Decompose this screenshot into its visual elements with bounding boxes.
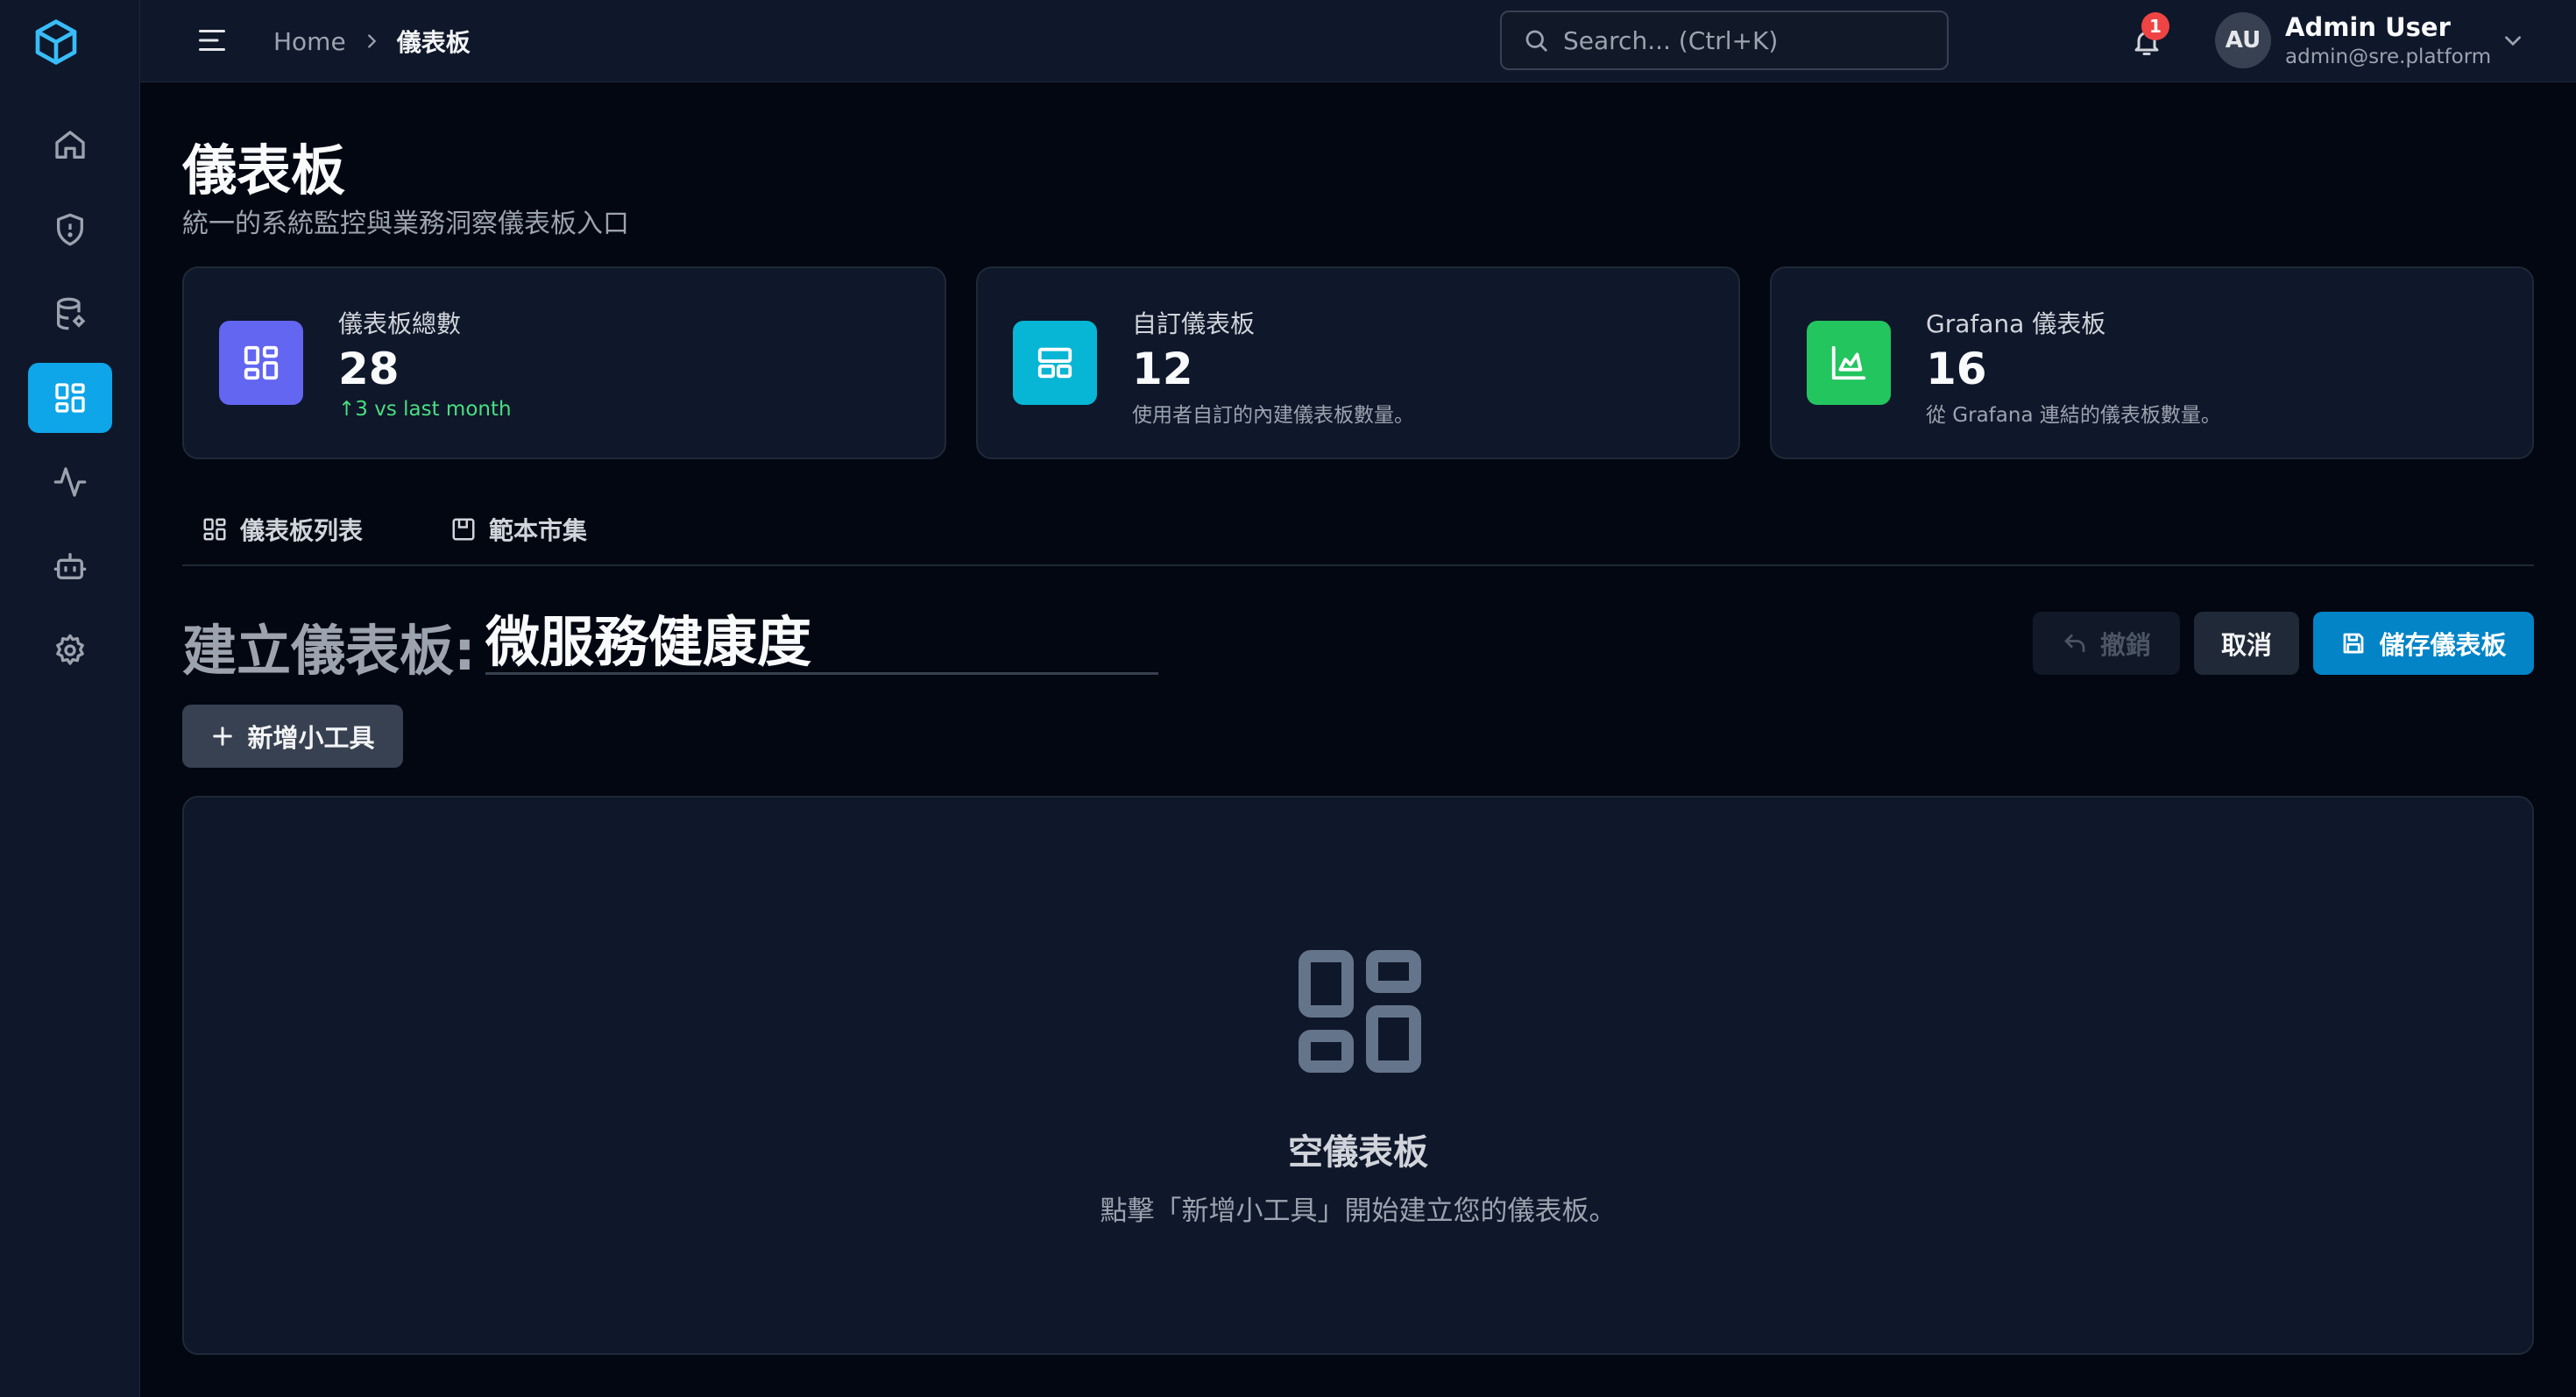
undo-label: 撤銷 bbox=[2099, 630, 2151, 660]
home-icon bbox=[55, 131, 85, 159]
sidebar-item-home[interactable] bbox=[28, 110, 112, 181]
stat-trend: ↑3 vs last month bbox=[338, 398, 512, 421]
stat-value: 12 bbox=[1132, 344, 1193, 394]
user-email: admin@sre.platform bbox=[2285, 46, 2492, 68]
user-name[interactable]: Admin User bbox=[2285, 12, 2451, 42]
tab-template-market[interactable]: 範本市集 bbox=[450, 510, 587, 549]
stat-card-total: 儀表板總數 28 ↑3 vs last month bbox=[182, 266, 946, 459]
undo-icon bbox=[2064, 634, 2085, 653]
page-title: 儀表板 bbox=[182, 138, 346, 202]
save-dashboard-button[interactable]: 儲存儀表板 bbox=[2313, 612, 2534, 675]
breadcrumb: Home 儀表板 bbox=[273, 25, 471, 58]
cancel-button[interactable]: 取消 bbox=[2194, 612, 2299, 675]
avatar[interactable]: AU bbox=[2215, 12, 2271, 68]
stat-label: Grafana 儀表板 bbox=[1926, 309, 2106, 338]
tab-label: 範本市集 bbox=[489, 516, 588, 545]
empty-state-title: 空儀表板 bbox=[1288, 1132, 1428, 1173]
breadcrumb-home-link[interactable]: Home bbox=[273, 27, 346, 56]
sidebar-item-resources[interactable] bbox=[28, 279, 112, 349]
dashboard-grid-icon bbox=[203, 518, 226, 541]
shield-icon bbox=[57, 213, 84, 246]
empty-state-description: 點擊「新增小工具」開始建立您的儀表板。 bbox=[1100, 1195, 1617, 1227]
database-icon bbox=[57, 297, 86, 330]
stat-label: 自訂儀表板 bbox=[1132, 309, 1256, 338]
stat-value: 28 bbox=[338, 344, 400, 394]
user-menu-chevron[interactable] bbox=[2499, 26, 2527, 54]
sidebar-item-dashboards[interactable] bbox=[28, 363, 112, 433]
cancel-label: 取消 bbox=[2220, 630, 2272, 660]
notification-badge: 1 bbox=[2141, 12, 2169, 40]
activity-icon bbox=[53, 467, 87, 497]
add-widget-label: 新增小工具 bbox=[247, 723, 375, 753]
builder-title-prefix: 建立儀表板: bbox=[182, 619, 476, 683]
stat-card-grafana: Grafana 儀表板 16 從 Grafana 連結的儀表板數量。 bbox=[1770, 266, 2534, 459]
robot-icon bbox=[53, 553, 87, 579]
sidebar-item-automation[interactable] bbox=[28, 531, 112, 601]
chevron-right-icon bbox=[367, 34, 376, 48]
template-icon bbox=[452, 518, 475, 541]
search-icon bbox=[1525, 30, 1547, 52]
stat-description: 使用者自訂的內建儀表板數量。 bbox=[1132, 404, 1414, 427]
add-widget-button[interactable]: 新增小工具 bbox=[182, 705, 403, 768]
dashboard-name-input[interactable] bbox=[485, 601, 1158, 675]
menu-icon bbox=[199, 30, 225, 51]
area-chart-icon bbox=[1807, 321, 1891, 405]
save-label: 儲存儀表板 bbox=[2379, 630, 2507, 660]
chevron-down-icon bbox=[2505, 36, 2521, 46]
dashboard-grid-icon bbox=[1299, 950, 1421, 1073]
tab-bar: 儀表板列表 範本市集 bbox=[182, 496, 2534, 566]
undo-button[interactable]: 撤銷 bbox=[2033, 612, 2180, 675]
tab-label: 儀表板列表 bbox=[240, 516, 364, 545]
dashboard-grid-icon bbox=[55, 383, 85, 413]
sidebar-item-monitoring[interactable] bbox=[28, 447, 112, 517]
gear-icon bbox=[56, 634, 84, 665]
dashboard-grid-icon bbox=[219, 321, 303, 405]
stat-value: 16 bbox=[1926, 344, 1987, 394]
cube-icon[interactable] bbox=[28, 14, 84, 70]
save-icon bbox=[2344, 633, 2364, 654]
tab-dashboard-list[interactable]: 儀表板列表 bbox=[202, 510, 363, 549]
search-input[interactable] bbox=[1563, 25, 1931, 55]
sidebar-item-security[interactable] bbox=[28, 195, 112, 265]
stat-card-custom: 自訂儀表板 12 使用者自訂的內建儀表板數量。 bbox=[976, 266, 1740, 459]
menu-toggle-button[interactable] bbox=[193, 21, 231, 60]
sidebar-item-settings[interactable] bbox=[28, 615, 112, 685]
breadcrumb-current: 儀表板 bbox=[396, 28, 471, 57]
top-bar: Home 儀表板 bbox=[140, 0, 2576, 82]
plus-icon bbox=[213, 727, 233, 746]
search-box[interactable] bbox=[1500, 11, 1949, 70]
layout-icon bbox=[1013, 321, 1097, 405]
dashboard-canvas[interactable]: 空儀表板 點擊「新增小工具」開始建立您的儀表板。 bbox=[182, 796, 2534, 1355]
stat-description: 從 Grafana 連結的儀表板數量。 bbox=[1926, 404, 2221, 427]
stat-label: 儀表板總數 bbox=[338, 309, 462, 338]
sidebar bbox=[0, 0, 140, 1397]
page-subtitle: 統一的系統監控與業務洞察儀表板入口 bbox=[182, 209, 629, 239]
